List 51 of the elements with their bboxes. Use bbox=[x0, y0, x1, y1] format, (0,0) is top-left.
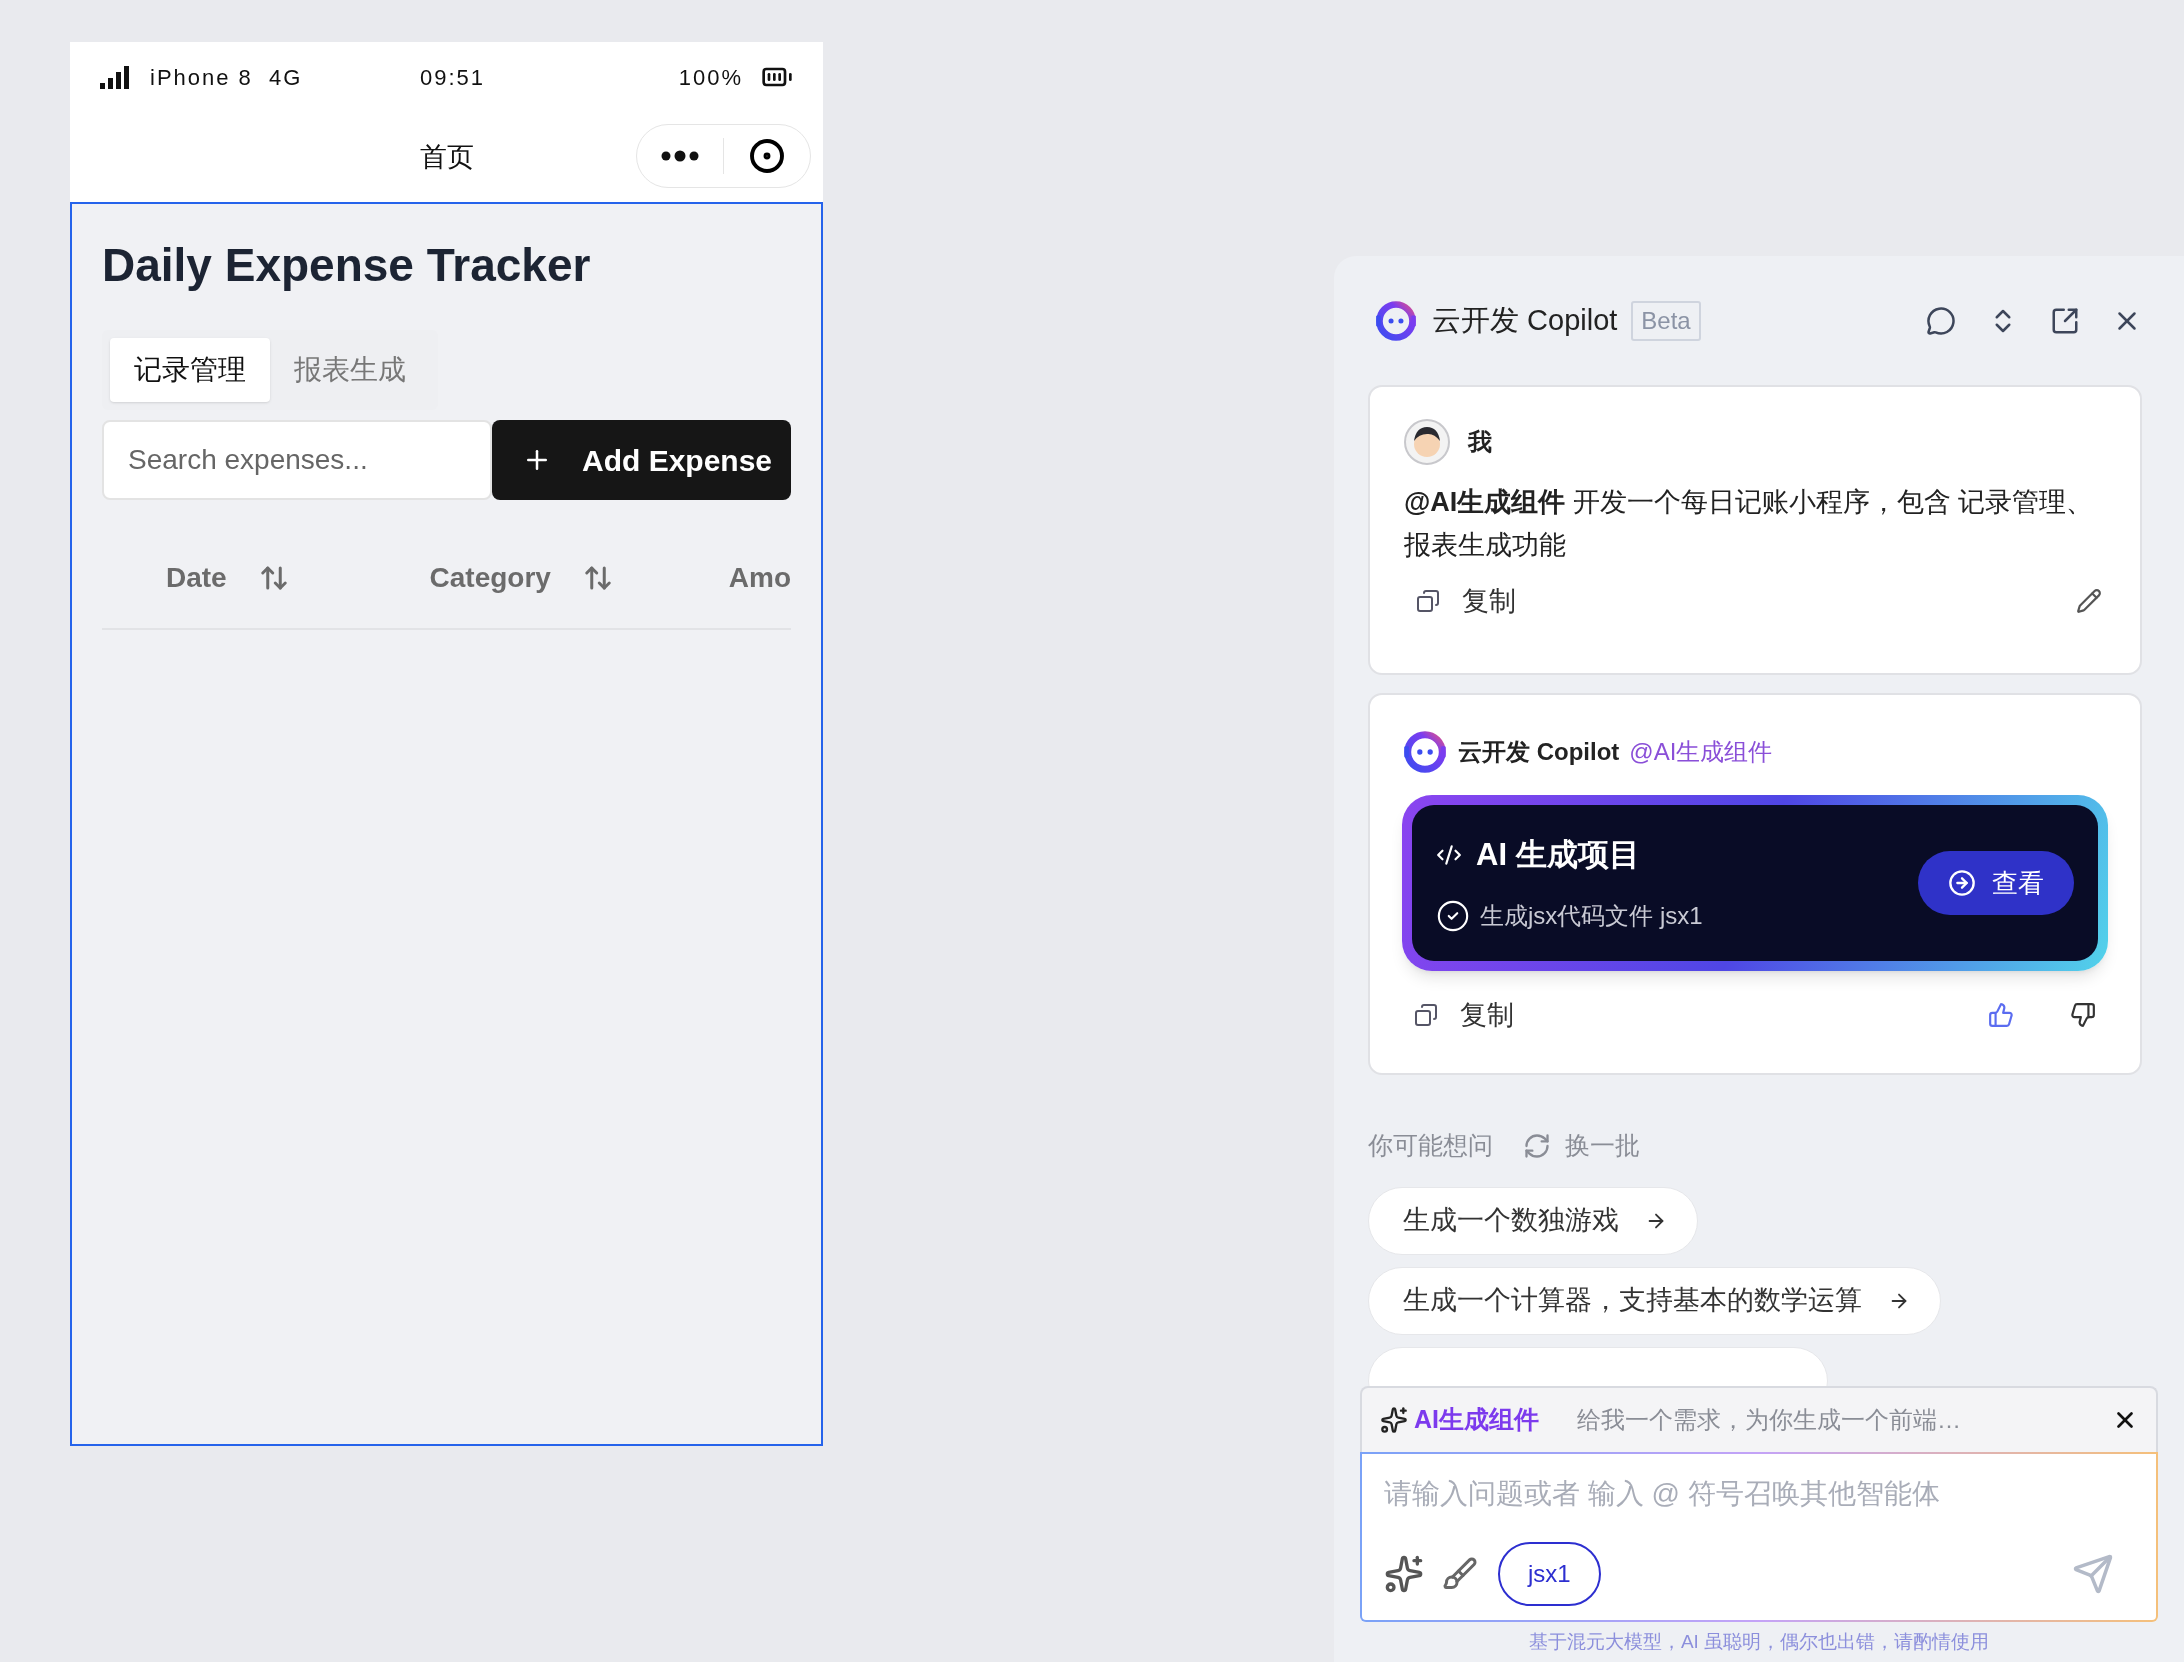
code-icon bbox=[1436, 842, 1462, 868]
add-expense-button[interactable]: Add Expense bbox=[492, 420, 791, 500]
copy-icon bbox=[1414, 1003, 1438, 1028]
nav-title: 首页 bbox=[419, 140, 474, 174]
beta-badge: Beta bbox=[1631, 300, 1701, 341]
battery-text: 100% bbox=[678, 63, 743, 92]
sort-icon[interactable] bbox=[258, 563, 289, 593]
panel-title: 云开发 Copilot bbox=[1432, 302, 1618, 338]
suggestion-label: 你可能想问 bbox=[1368, 1130, 1493, 1161]
author-name: 云开发 Copilot bbox=[1458, 737, 1620, 767]
agent-description: 给我一个需求，为你生成一个前端… bbox=[1577, 1405, 1961, 1435]
open-external-icon[interactable] bbox=[2050, 305, 2080, 336]
copilot-logo-icon bbox=[1374, 298, 1418, 343]
suggestion-chip[interactable]: 生成一个计算器，支持基本的数学运算 bbox=[1368, 1266, 1941, 1335]
more-icon bbox=[661, 150, 699, 162]
agent-name: AI生成组件 bbox=[1414, 1404, 1539, 1436]
refresh-icon bbox=[1523, 1131, 1551, 1160]
edit-icon[interactable] bbox=[2076, 588, 2102, 615]
file-chip[interactable]: jsx1 bbox=[1498, 1542, 1601, 1606]
tab[interactable]: 报表生成 bbox=[270, 338, 430, 402]
copy-button[interactable]: 复制 bbox=[1402, 995, 1514, 1036]
copy-icon bbox=[1416, 589, 1440, 614]
suggestion-chip[interactable]: 生成一个数独游戏 bbox=[1368, 1186, 1698, 1255]
thumbs-down-icon[interactable] bbox=[2070, 1002, 2096, 1029]
view-button[interactable]: 查看 bbox=[1918, 851, 2074, 915]
project-title: AI 生成项目 bbox=[1476, 835, 1640, 874]
clock-text: 09:51 bbox=[420, 63, 486, 92]
carrier-text: iPhone 8 4G bbox=[150, 63, 304, 92]
column-header[interactable]: Amo bbox=[728, 557, 791, 599]
chat-icon[interactable] bbox=[1926, 305, 1956, 336]
author-name: 我 bbox=[1468, 427, 1492, 457]
disclaimer-text: 基于混元大模型，AI 虽聪明，偶尔也出错，请酌情使用 bbox=[1527, 1629, 1991, 1654]
sort-icon[interactable] bbox=[582, 563, 613, 593]
tab[interactable]: 记录管理 bbox=[110, 338, 270, 402]
message-text: @AI生成组件 开发一个每日记账小程序，包含 记录管理、报表生成功能 bbox=[1404, 486, 2094, 562]
sparkle-icon[interactable] bbox=[1384, 1554, 1424, 1594]
agent-mention[interactable]: @AI生成组件 bbox=[1629, 734, 1773, 770]
message-input[interactable]: 请输入问题或者 输入 @ 符号召唤其他智能体 bbox=[1384, 1470, 2134, 1518]
column-header[interactable]: Date bbox=[166, 557, 227, 599]
sparkle-icon bbox=[1380, 1406, 1408, 1434]
page-title: Daily Expense Tracker bbox=[102, 238, 592, 293]
avatar-icon bbox=[1404, 419, 1450, 465]
thumbs-up-icon[interactable] bbox=[1988, 1002, 2014, 1029]
copy-button[interactable]: 复制 bbox=[1404, 581, 1516, 622]
target-icon bbox=[749, 138, 785, 174]
copilot-logo-icon bbox=[1402, 729, 1448, 775]
arrow-circle-icon bbox=[1948, 869, 1976, 897]
brush-icon[interactable] bbox=[1442, 1556, 1478, 1592]
search-field[interactable]: Search expenses... bbox=[102, 420, 492, 500]
step-text: 生成jsx代码文件 jsx1 bbox=[1480, 901, 1703, 932]
column-header[interactable]: Category bbox=[429, 557, 551, 599]
